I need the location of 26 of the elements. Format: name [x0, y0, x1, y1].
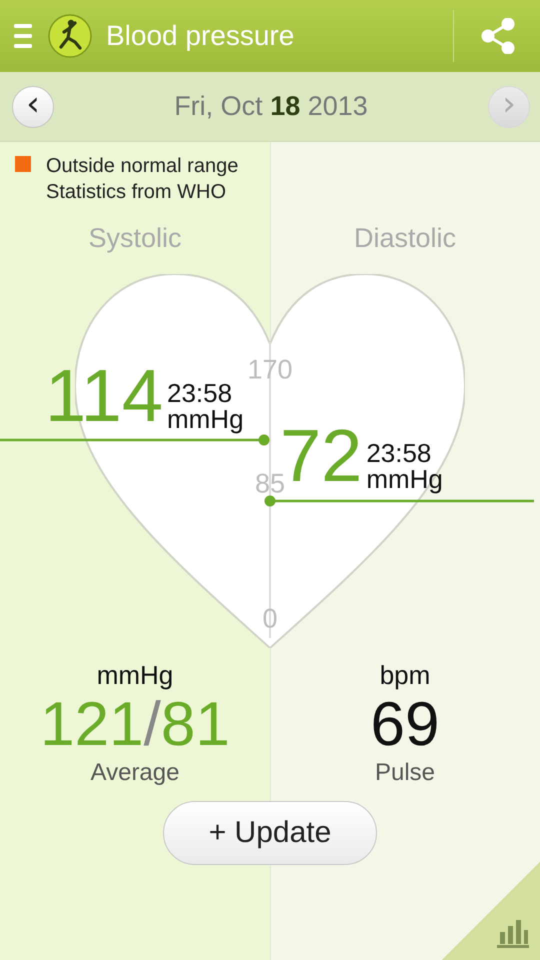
reading-time: 23:58 [166, 380, 234, 406]
legend-swatch [15, 156, 31, 172]
scale-label: 0 [262, 604, 278, 634]
menu-icon[interactable] [14, 22, 32, 50]
reading-unit: mmHg [166, 406, 244, 432]
scale-label: 170 [247, 354, 293, 386]
update-button[interactable]: + Update [163, 801, 377, 866]
pulse-value: 69 [370, 691, 440, 760]
column-heading: Diastolic [352, 223, 458, 254]
unit-label: bpm [380, 660, 430, 691]
stat-label: Average [90, 759, 180, 788]
average-value: 121/81 [40, 691, 230, 760]
date-label: Fri, Oct 18 2013 [174, 91, 368, 122]
unit-label: mmHg [96, 660, 174, 691]
share-icon[interactable] [480, 18, 516, 54]
stat-label: Pulse [374, 759, 436, 788]
reading-unit: mmHg [366, 466, 443, 492]
reading-time: 23:58 [366, 440, 432, 466]
page-title: Blood pressure [106, 20, 296, 52]
legend-text: Statistics from WHO [46, 180, 228, 205]
walking-person-icon [48, 14, 92, 58]
previous-day-button[interactable]: ‹ [12, 86, 54, 128]
reading-value: 114 [45, 364, 163, 428]
column-heading: Systolic [87, 223, 183, 254]
legend-text: Outside normal range [46, 154, 238, 179]
bar-chart-icon [497, 918, 529, 948]
